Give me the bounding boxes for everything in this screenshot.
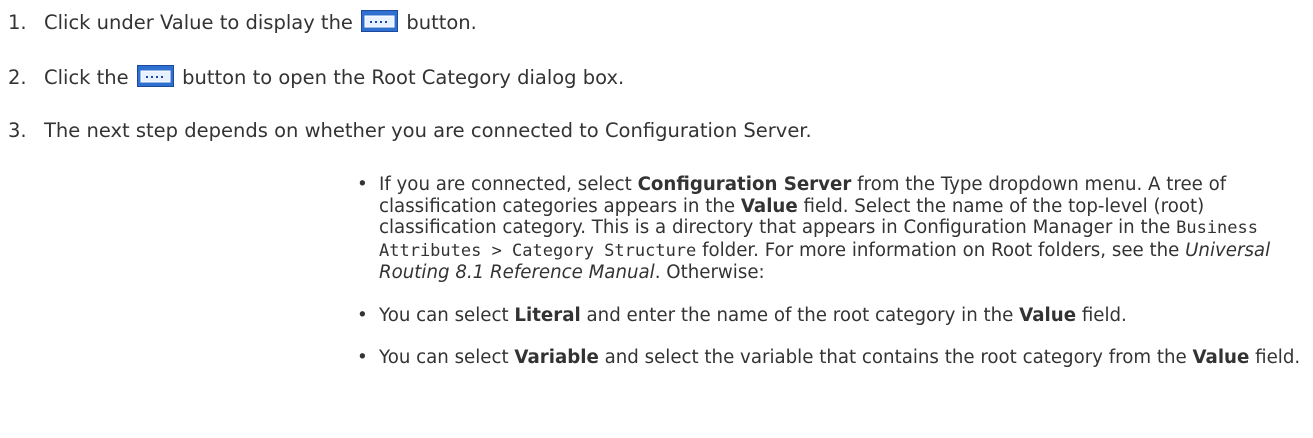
step-2: 2. Click the button to open the Root Cate… bbox=[8, 65, 624, 91]
item-text: folder. For more information on Root fol… bbox=[696, 239, 1186, 261]
step-text-after: button. bbox=[406, 11, 477, 34]
item-text: You can select bbox=[379, 347, 515, 368]
ellipsis-button-icon bbox=[361, 10, 399, 32]
item-bold: Value bbox=[1192, 347, 1250, 368]
item-text: . Otherwise: bbox=[654, 262, 765, 283]
bullet: • bbox=[357, 304, 368, 326]
bullet: • bbox=[357, 347, 368, 368]
step-3: 3. The next step depends on whether you a… bbox=[8, 118, 812, 144]
item-text: and enter the name of the root category … bbox=[580, 304, 1020, 326]
step-text: The next step depends on whether you are… bbox=[44, 119, 812, 142]
step-number: 2. bbox=[8, 66, 27, 89]
step-text: Click the bbox=[44, 66, 129, 89]
item-text: field. bbox=[1076, 304, 1127, 326]
list-item: • If you are connected, select Configura… bbox=[355, 174, 1305, 284]
item-bold: Literal bbox=[514, 304, 581, 326]
item-text: field. bbox=[1249, 347, 1301, 368]
list-item: • You can select Literal and enter the n… bbox=[355, 305, 1305, 327]
step-number: 3. bbox=[8, 119, 27, 142]
item-text: You can select bbox=[379, 304, 515, 326]
step-text-after: button to open the Root Category dialog … bbox=[182, 66, 625, 89]
item-bold: Value bbox=[740, 195, 798, 217]
ellipsis-button-icon bbox=[136, 65, 174, 87]
bullet: • bbox=[357, 174, 368, 195]
option-list: • If you are connected, select Configura… bbox=[355, 174, 1305, 369]
item-bold: Value bbox=[1019, 304, 1077, 326]
list-item: • You can select Variable and select the… bbox=[355, 347, 1305, 369]
item-text: and select the variable that contains th… bbox=[598, 347, 1193, 368]
step-text: Click under Value to display the bbox=[44, 11, 353, 34]
item-text: If you are connected, select bbox=[379, 174, 638, 195]
step-number: 1. bbox=[8, 11, 27, 34]
item-bold: Configuration Server bbox=[637, 174, 852, 195]
item-bold: Variable bbox=[514, 347, 599, 368]
step-1: 1. Click under Value to display the butto… bbox=[8, 10, 477, 36]
